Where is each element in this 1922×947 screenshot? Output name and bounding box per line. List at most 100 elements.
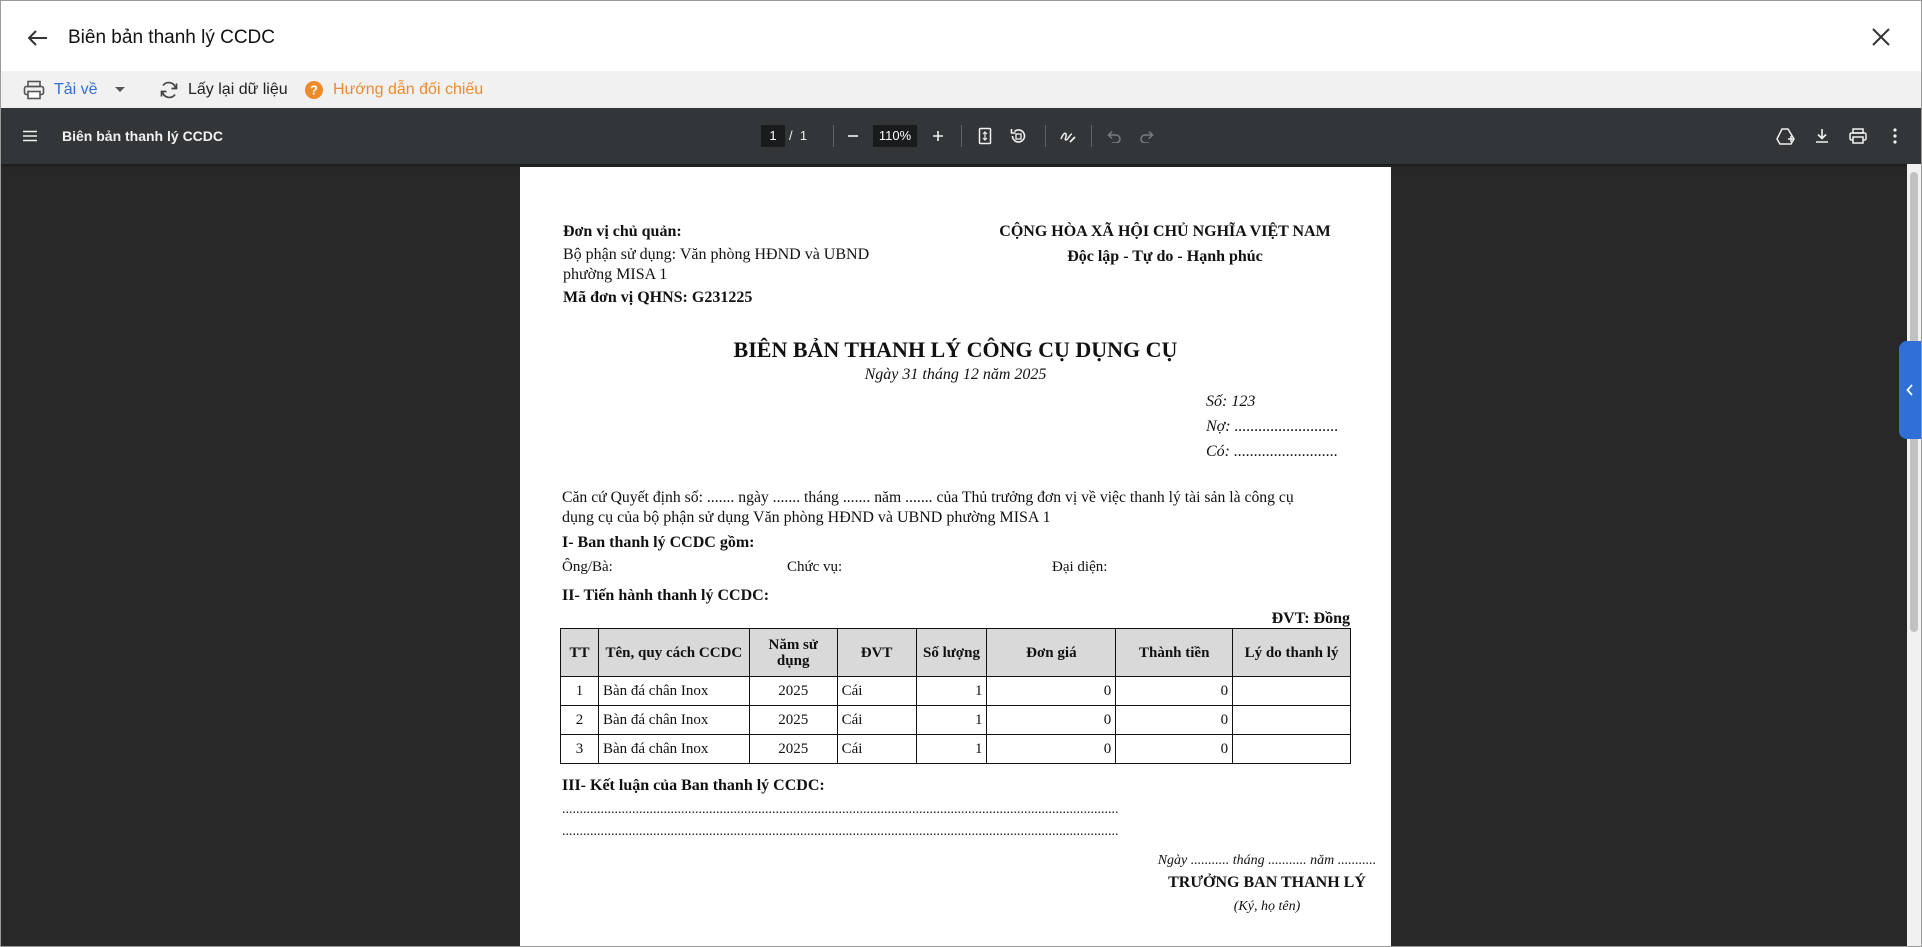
download-label: Tải về — [54, 80, 98, 98]
motto: Độc lập - Tự do - Hạnh phúc — [1067, 248, 1263, 265]
printer-icon — [23, 80, 45, 99]
cell-quantity: 1 — [915, 676, 988, 706]
basis-line1: Căn cứ Quyết định số: ....... ngày .....… — [562, 489, 1294, 506]
cell-unit-price: 0 — [986, 676, 1117, 706]
document-number: Số: 123 — [1206, 393, 1256, 410]
zoom-level-input[interactable]: 110% — [873, 125, 917, 147]
zoom-out-button[interactable] — [841, 124, 865, 148]
conclusion-line: ........................................… — [562, 824, 1119, 839]
fit-page-icon — [978, 127, 992, 145]
pdf-page: Đơn vị chủ quản: Bộ phận sử dụng: Văn ph… — [520, 167, 1391, 946]
section2-heading: II- Tiến hành thanh lý CCDC: — [562, 587, 770, 604]
print-button[interactable] — [1846, 124, 1870, 148]
unit-note: ĐVT: Đồng — [1271, 610, 1350, 627]
col-header: Thành tiền — [1115, 628, 1234, 677]
cell-year: 2025 — [748, 705, 838, 735]
sidebar-menu-button[interactable] — [18, 124, 42, 148]
plus-icon — [933, 131, 943, 141]
cell-name: Bàn đá chân Inox — [597, 676, 750, 706]
cell-amount: 0 — [1115, 705, 1234, 735]
cell-amount: 0 — [1115, 676, 1234, 706]
cell-index: 3 — [560, 734, 599, 764]
col-header: ĐVT — [836, 628, 917, 677]
undo-icon — [1107, 130, 1121, 143]
svg-text:?: ? — [310, 82, 318, 97]
col-header: Tên, quy cách CCDC — [597, 628, 750, 677]
title-bar: Biên bản thanh lý CCDC — [1, 1, 1921, 71]
guide-label: Hướng dẫn đối chiếu — [333, 80, 484, 98]
vertical-scrollbar[interactable] — [1907, 164, 1921, 946]
cell-amount: 0 — [1115, 734, 1234, 764]
cell-unit: Cái — [836, 676, 917, 706]
back-button[interactable] — [25, 25, 51, 51]
close-button[interactable] — [1871, 27, 1895, 51]
pdf-page-area[interactable]: Đơn vị chủ quản: Bộ phận sử dụng: Văn ph… — [1, 164, 1921, 946]
rotate-icon — [1010, 129, 1026, 143]
more-options-button[interactable] — [1883, 124, 1907, 148]
signer-title: TRƯỞNG BAN THANH LÝ — [1168, 874, 1366, 891]
col-header: TT — [560, 628, 599, 677]
unit-owner-label: Đơn vị chủ quản: — [563, 223, 682, 240]
cell-quantity: 1 — [915, 734, 988, 764]
annotate-button[interactable] — [1056, 124, 1080, 148]
cell-reason — [1232, 734, 1351, 764]
redo-button[interactable] — [1135, 124, 1159, 148]
document-heading: BIÊN BẢN THANH LÝ CÔNG CỤ DỤNG CỤ — [733, 337, 1178, 362]
minus-icon — [848, 135, 858, 137]
more-vert-icon — [1893, 128, 1897, 144]
total-pages: 1 — [799, 128, 808, 143]
compare-guide-link[interactable]: ? Hướng dẫn đối chiếu — [304, 71, 483, 108]
cell-reason — [1232, 705, 1351, 735]
debit-account: Nợ: .......................... — [1206, 418, 1339, 435]
cell-reason — [1232, 676, 1351, 706]
cell-year: 2025 — [748, 734, 838, 764]
sign-date: Ngày ........... tháng ........... năm .… — [1157, 853, 1377, 868]
back-arrow-icon — [28, 30, 47, 46]
action-toolbar: Tải về Lấy lại dữ liệu ? Hướng dẫn đối c… — [1, 71, 1921, 108]
download-dropdown-button[interactable]: Tải về — [23, 71, 126, 108]
section3-heading: III- Kết luận của Ban thanh lý CCDC: — [562, 777, 825, 794]
menu-icon — [23, 130, 37, 142]
page-number-input[interactable]: 1 — [761, 125, 785, 147]
cell-year: 2025 — [748, 676, 838, 706]
col-header: Số lượng — [915, 628, 988, 677]
section1-heading: I- Ban thanh lý CCDC gồm: — [562, 534, 755, 551]
annotate-icon — [1060, 132, 1076, 143]
table-header-row: TT Tên, quy cách CCDC Năm sử dụng ĐVT Số… — [560, 628, 1351, 677]
signer-note: (Ký, họ tên) — [1233, 899, 1301, 914]
cell-unit-price: 0 — [986, 734, 1117, 764]
document-date: Ngày 31 tháng 12 năm 2025 — [864, 366, 1047, 383]
chevron-down-icon — [114, 86, 125, 92]
cell-unit: Cái — [836, 734, 917, 764]
download-button[interactable] — [1810, 124, 1834, 148]
side-panel-toggle[interactable] — [1899, 341, 1921, 439]
department-line2: phường MISA 1 — [563, 266, 668, 283]
chevron-left-icon — [1906, 384, 1913, 396]
toolbar-divider — [1045, 125, 1046, 147]
cell-quantity: 1 — [915, 705, 988, 735]
redo-icon — [1140, 130, 1154, 143]
undo-button[interactable] — [1102, 124, 1126, 148]
window-title: Biên bản thanh lý CCDC — [68, 27, 275, 48]
department-line1: Bộ phận sử dụng: Văn phòng HĐND và UBND — [563, 246, 870, 263]
credit-account: Có: .......................... — [1206, 443, 1338, 460]
col-header: Lý do thanh lý — [1232, 628, 1351, 677]
cell-unit: Cái — [836, 705, 917, 735]
add-to-drive-button[interactable] — [1774, 124, 1798, 148]
cell-index: 2 — [560, 705, 599, 735]
reload-label: Lấy lại dữ liệu — [188, 80, 288, 98]
nation-header: CỘNG HÒA XÃ HỘI CHỦ NGHĨA VIỆT NAM — [999, 223, 1331, 240]
toolbar-divider — [833, 125, 834, 147]
member-position-label: Chức vụ: — [787, 559, 843, 575]
pdf-doc-title: Biên bản thanh lý CCDC — [62, 128, 224, 144]
add-to-drive-icon — [1776, 128, 1795, 145]
fit-page-button[interactable] — [973, 124, 997, 148]
zoom-in-button[interactable] — [926, 124, 950, 148]
reload-data-button[interactable]: Lấy lại dữ liệu — [159, 71, 288, 108]
table-row: 2 Bàn đá chân Inox 2025 Cái 1 0 0 — [560, 705, 1351, 735]
refresh-icon — [160, 81, 178, 98]
rotate-button[interactable] — [1006, 124, 1030, 148]
download-icon — [1816, 129, 1828, 143]
col-header: Đơn giá — [986, 628, 1117, 677]
app-window: Biên bản thanh lý CCDC Tải về Lấy lại dữ… — [0, 0, 1922, 947]
